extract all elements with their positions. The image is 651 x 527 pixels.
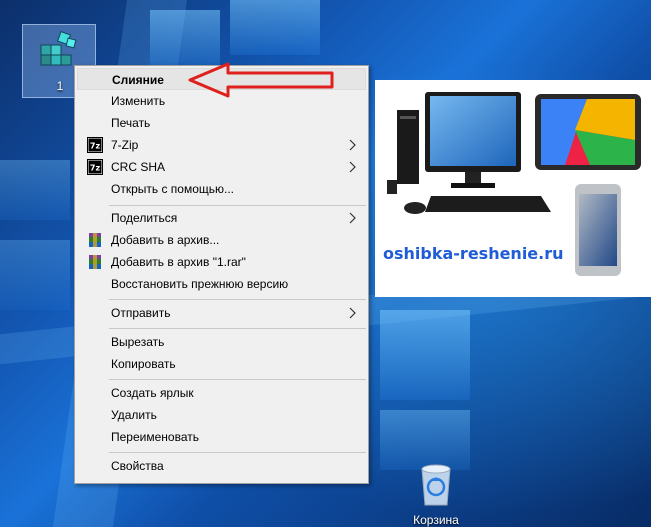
menu-separator	[109, 379, 366, 380]
menu-item-restore-version[interactable]: Восстановить прежнюю версию	[77, 273, 366, 295]
menu-item-label: Поделиться	[111, 211, 178, 225]
menu-item-share[interactable]: Поделиться	[77, 207, 366, 229]
menu-item-properties[interactable]: Свойства	[77, 455, 366, 477]
recycle-bin-icon	[421, 464, 451, 506]
menu-item-label: Изменить	[111, 94, 166, 108]
menu-item-copy[interactable]: Копировать	[77, 353, 366, 375]
menu-item-label: CRC SHA	[111, 160, 166, 174]
menu-item-delete[interactable]: Удалить	[77, 404, 366, 426]
7zip-icon-text: 7z	[90, 164, 101, 173]
menu-item-label: Добавить в архив "1.rar"	[111, 255, 246, 269]
wallpaper-pane	[230, 0, 320, 55]
winrar-icon	[89, 255, 101, 269]
menu-item-label: Свойства	[111, 459, 164, 473]
ad-site-text: oshibka-reshenie.ru	[383, 244, 564, 263]
7zip-icon: 7z	[87, 137, 103, 153]
menu-item-label: Вырезать	[111, 335, 165, 349]
menu-item-crc-sha[interactable]: 7z CRC SHA	[77, 156, 366, 178]
menu-item-label: Открыть с помощью...	[111, 182, 235, 196]
chevron-right-icon	[349, 161, 356, 173]
menu-item-label: Отправить	[111, 306, 171, 320]
chevron-right-icon	[349, 307, 356, 319]
menu-item-label: Создать ярлык	[111, 386, 194, 400]
7zip-icon-text: 7z	[90, 142, 101, 151]
menu-item-7zip[interactable]: 7z 7-Zip	[77, 134, 366, 156]
7zip-icon: 7z	[87, 159, 103, 175]
menu-item-add-archive-rar[interactable]: Добавить в архив "1.rar"	[77, 251, 366, 273]
menu-separator	[109, 299, 366, 300]
menu-separator	[109, 328, 366, 329]
chevron-right-icon	[349, 212, 356, 224]
menu-item-label: Восстановить прежнюю версию	[111, 277, 289, 291]
menu-item-label: Добавить в архив...	[111, 233, 220, 247]
menu-item-label: 7-Zip	[111, 138, 139, 152]
menu-item-cut[interactable]: Вырезать	[77, 331, 366, 353]
recycle-bin[interactable]: Корзина	[408, 455, 464, 527]
winrar-icon	[89, 233, 101, 247]
annotation-arrow-icon	[188, 62, 334, 98]
menu-item-print[interactable]: Печать	[77, 112, 366, 134]
registry-file-icon	[40, 31, 77, 66]
menu-item-label: Копировать	[111, 357, 176, 371]
recycle-bin-label: Корзина	[413, 513, 459, 527]
menu-separator	[109, 205, 366, 206]
menu-item-label: Слияние	[112, 73, 164, 87]
menu-item-send-to[interactable]: Отправить	[77, 302, 366, 324]
menu-item-label: Переименовать	[111, 430, 199, 444]
wallpaper-pane	[0, 240, 70, 310]
menu-item-open-with[interactable]: Открыть с помощью...	[77, 178, 366, 200]
computer-illustration	[387, 92, 641, 276]
menu-item-label: Печать	[111, 116, 151, 130]
menu-item-create-shortcut[interactable]: Создать ярлык	[77, 382, 366, 404]
wallpaper-pane	[380, 310, 470, 400]
context-menu: Слияние Изменить Печать 7z 7-Zip 7z CRC …	[74, 65, 369, 484]
menu-item-rename[interactable]: Переименовать	[77, 426, 366, 448]
wallpaper-pane	[0, 160, 70, 220]
menu-item-add-archive[interactable]: Добавить в архив...	[77, 229, 366, 251]
ad-image: oshibka-reshenie.ru	[375, 80, 651, 297]
menu-item-label: Удалить	[111, 408, 157, 422]
menu-separator	[109, 452, 366, 453]
chevron-right-icon	[349, 139, 356, 151]
